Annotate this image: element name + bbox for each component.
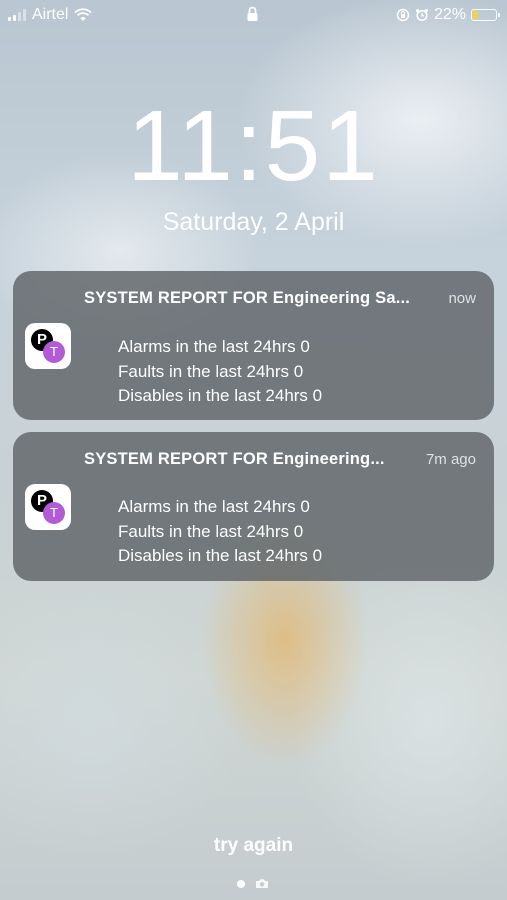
battery-percent: 22% bbox=[433, 6, 466, 23]
notification-time: 7m ago bbox=[425, 451, 476, 468]
notification-line: Alarms in the last 24hrs 0 bbox=[118, 497, 310, 516]
orientation-lock-icon bbox=[396, 8, 410, 22]
notification-title: SYSTEM REPORT FOR Engineering... bbox=[84, 450, 385, 468]
notification-title: SYSTEM REPORT FOR Engineering Sa... bbox=[84, 289, 411, 307]
page-dot[interactable] bbox=[237, 879, 245, 888]
alarm-icon bbox=[415, 9, 428, 22]
status-bar: Airtel 22% bbox=[0, 0, 507, 32]
lock-screen-time: 11:51 bbox=[127, 90, 380, 202]
status-left: Airtel bbox=[8, 6, 93, 24]
try-again-button[interactable]: try again bbox=[0, 835, 507, 857]
notification-card[interactable]: P T SYSTEM REPORT FOR Engineering... 7m … bbox=[13, 432, 494, 581]
wifi-icon bbox=[74, 8, 93, 21]
app-icon-letter-t: T bbox=[43, 502, 65, 524]
lock-icon bbox=[246, 6, 259, 27]
page-indicator bbox=[237, 878, 269, 889]
notification-card[interactable]: P T SYSTEM REPORT FOR Engineering Sa... … bbox=[13, 271, 494, 420]
notification-time: now bbox=[448, 290, 476, 307]
signal-icon bbox=[8, 9, 26, 21]
app-icon: P T bbox=[25, 484, 71, 530]
battery-icon bbox=[471, 9, 500, 21]
carrier-name: Airtel bbox=[32, 6, 69, 23]
notification-line: Faults in the last 24hrs 0 bbox=[118, 522, 304, 541]
lock-screen-date: Saturday, 2 April bbox=[162, 208, 345, 236]
status-right: 22% bbox=[396, 6, 500, 24]
notification-line: Disables in the last 24hrs 0 bbox=[118, 546, 323, 565]
app-icon: P T bbox=[25, 323, 71, 369]
notification-line: Faults in the last 24hrs 0 bbox=[118, 362, 304, 381]
notification-line: Disables in the last 24hrs 0 bbox=[118, 386, 323, 405]
camera-icon[interactable] bbox=[255, 878, 269, 889]
app-icon-letter-t: T bbox=[43, 341, 65, 363]
notification-line: Alarms in the last 24hrs 0 bbox=[118, 337, 310, 356]
